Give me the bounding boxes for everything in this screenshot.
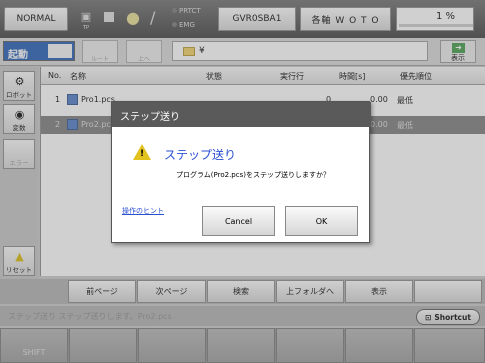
warning-mark: !: [140, 149, 145, 159]
dialog-title: ステップ送り: [112, 102, 371, 127]
dialog-heading: ステップ送り: [164, 148, 237, 162]
step-dialog: ステップ送り ! ステップ送り プログラム(Pro2.pcs)をステップ送りしま…: [111, 101, 371, 243]
hint-link[interactable]: 操作のヒント: [122, 206, 164, 216]
ok-button[interactable]: OK: [285, 206, 358, 236]
dialog-message: プログラム(Pro2.pcs)をステップ送りしますか？: [176, 171, 330, 179]
cancel-button[interactable]: Cancel: [202, 206, 275, 236]
